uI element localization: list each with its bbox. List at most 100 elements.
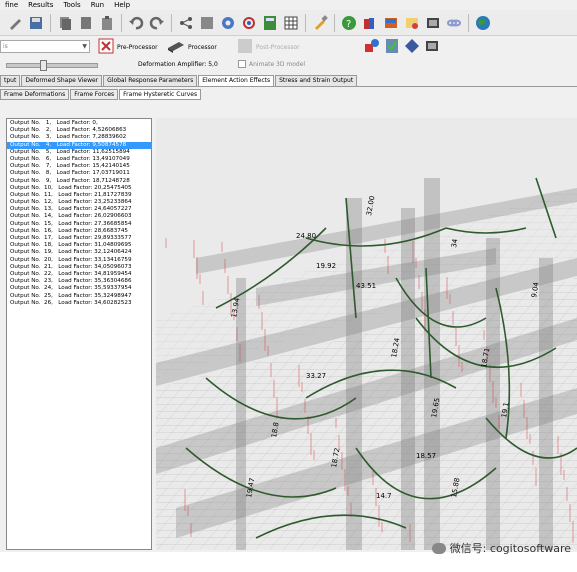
force-value-label: 33.27 bbox=[306, 372, 326, 380]
output-list-item[interactable]: Output No. 21, Load Factor: 34,05096073 bbox=[7, 264, 151, 271]
tab-global-response-parameters[interactable]: Global Response Parameters bbox=[103, 75, 198, 86]
output-list-item[interactable]: Output No. 12, Load Factor: 23,25233864 bbox=[7, 199, 151, 206]
toolbar-divider bbox=[121, 13, 122, 32]
shapes-icon[interactable] bbox=[364, 38, 380, 56]
main-toolbar: ? bbox=[0, 10, 577, 36]
output-list-item[interactable]: Output No. 9, Load Factor: 18,71248728 bbox=[7, 178, 151, 185]
output-list-item[interactable]: Output No. 24, Load Factor: 35,59337954 bbox=[7, 285, 151, 292]
svg-text:?: ? bbox=[346, 19, 351, 30]
clipboard-icon[interactable] bbox=[98, 14, 116, 32]
output-list-item[interactable]: Output No. 19, Load Factor: 32,12406424 bbox=[7, 249, 151, 256]
output-list-item[interactable]: Output No. 14, Load Factor: 26,02906603 bbox=[7, 213, 151, 220]
tab-element-action-effects[interactable]: Element Action Effects bbox=[198, 75, 275, 86]
output-list-item[interactable]: Output No. 3, Load Factor: 7,28839602 bbox=[7, 134, 151, 141]
menu-run[interactable]: Run bbox=[86, 0, 109, 10]
film-icon[interactable] bbox=[424, 14, 442, 32]
film-icon[interactable] bbox=[424, 38, 440, 56]
output-list-item[interactable]: Output No. 22, Load Factor: 34,81959454 bbox=[7, 271, 151, 278]
brush-icon[interactable] bbox=[311, 14, 329, 32]
checkbox-box[interactable] bbox=[238, 60, 246, 68]
output-list-item[interactable]: Output No. 11, Load Factor: 21,81727839 bbox=[7, 192, 151, 199]
network-icon[interactable] bbox=[240, 14, 258, 32]
menu-define[interactable]: fine bbox=[0, 0, 23, 10]
stop-icon[interactable] bbox=[198, 14, 216, 32]
tab-stress-strain-output[interactable]: Stress and Strain Output bbox=[275, 75, 358, 86]
subtab-frame-forces[interactable]: Frame Forces bbox=[70, 89, 119, 100]
output-list-item[interactable]: Output No. 13, Load Factor: 24,64057227 bbox=[7, 206, 151, 213]
paste-icon[interactable] bbox=[77, 14, 95, 32]
output-list-item[interactable]: Output No. 5, Load Factor: 11,62515894 bbox=[7, 149, 151, 156]
amplifier-slider-thumb[interactable] bbox=[40, 60, 47, 71]
copy-icon[interactable] bbox=[56, 14, 74, 32]
processor-icon bbox=[167, 39, 185, 55]
calculator-icon[interactable] bbox=[261, 14, 279, 32]
redo-icon[interactable] bbox=[148, 14, 166, 32]
menu-tools[interactable]: Tools bbox=[58, 0, 85, 10]
certificate-icon[interactable] bbox=[403, 14, 421, 32]
output-list-item[interactable]: Output No. 26, Load Factor: 34,60282523 bbox=[7, 300, 151, 307]
diamond-icon[interactable] bbox=[404, 38, 420, 56]
force-value-label: 14.7 bbox=[376, 492, 392, 500]
menu-help[interactable]: Help bbox=[109, 0, 135, 10]
subtab-frame-deformations[interactable]: Frame Deformations bbox=[0, 89, 70, 100]
output-list-item[interactable]: Output No. 18, Load Factor: 31,04809695 bbox=[7, 242, 151, 249]
output-list[interactable]: Output No. 1, Load Factor: 0, Output No. … bbox=[6, 118, 152, 550]
force-value-label: 18.57 bbox=[416, 452, 436, 460]
processor-label: Processor bbox=[188, 43, 217, 51]
graph-icon[interactable] bbox=[177, 14, 195, 32]
watermark-text: 微信号: cogitosoftware bbox=[449, 542, 571, 555]
force-value-label: 19.92 bbox=[316, 262, 336, 270]
output-list-item[interactable]: Output No. 20, Load Factor: 33,13416759 bbox=[7, 257, 151, 264]
globe-icon[interactable] bbox=[474, 14, 492, 32]
toolbar-divider bbox=[305, 13, 306, 32]
wrench-icon[interactable] bbox=[6, 14, 24, 32]
tab-deformed-shape-viewer[interactable]: Deformed Shape Viewer bbox=[21, 75, 103, 86]
output-list-item[interactable]: Output No. 6, Load Factor: 13,49107049 bbox=[7, 156, 151, 163]
subtab-frame-hysteretic-curves[interactable]: Frame Hysteretic Curves bbox=[119, 89, 202, 100]
gear-icon[interactable] bbox=[219, 14, 237, 32]
output-list-item[interactable]: Output No. 15, Load Factor: 27,36685854 bbox=[7, 221, 151, 228]
watermark: 微信号: cogitosoftware bbox=[431, 540, 571, 556]
post-processor-button[interactable]: Post-Processor bbox=[237, 38, 300, 56]
force-value-label: 43.51 bbox=[356, 282, 376, 290]
toolbar-divider bbox=[334, 13, 335, 32]
menu-results[interactable]: Results bbox=[23, 0, 58, 10]
model-select-value: is bbox=[3, 43, 8, 50]
main-tabs: tput Deformed Shape Viewer Global Respon… bbox=[0, 75, 577, 87]
secondary-toolbar bbox=[364, 38, 440, 56]
checklist-icon[interactable] bbox=[384, 38, 400, 56]
help-icon[interactable]: ? bbox=[340, 14, 358, 32]
amplifier-slider-track[interactable] bbox=[6, 63, 98, 68]
output-list-item[interactable]: Output No. 17, Load Factor: 29,89333577 bbox=[7, 235, 151, 242]
post-processor-icon bbox=[237, 38, 253, 56]
link-icon[interactable] bbox=[445, 14, 463, 32]
model-3d-canvas: 24.8032.0013.9419.923418.2433.2719.6518.… bbox=[156, 118, 577, 550]
menu-bar: fine Results Tools Run Help bbox=[0, 0, 577, 10]
pre-processor-label: Pre-Processor bbox=[117, 43, 158, 51]
output-list-item[interactable]: Output No. 7, Load Factor: 15,42140145 bbox=[7, 163, 151, 170]
toolbar-divider bbox=[171, 13, 172, 32]
output-list-item[interactable]: Output No. 1, Load Factor: 0, bbox=[7, 120, 151, 127]
save-icon[interactable] bbox=[27, 14, 45, 32]
output-list-item[interactable]: Output No. 16, Load Factor: 28,6683745 bbox=[7, 228, 151, 235]
post-processor-label: Post-Processor bbox=[256, 43, 300, 51]
undo-icon[interactable] bbox=[127, 14, 145, 32]
grid-icon[interactable] bbox=[282, 14, 300, 32]
book-icon[interactable] bbox=[382, 14, 400, 32]
tab-output[interactable]: tput bbox=[0, 75, 21, 86]
output-list-item[interactable]: Output No. 25, Load Factor: 35,32498947 bbox=[7, 293, 151, 300]
animate-checkbox[interactable]: Animate 3D model bbox=[238, 60, 305, 68]
chevron-down-icon: ▼ bbox=[82, 43, 87, 50]
model-3d-viewport[interactable]: 24.80 32.00 13.94 19.92 34 18.24 33.27 19.65 18.… bbox=[156, 118, 577, 550]
output-list-item[interactable]: Output No. 2, Load Factor: 4,52606863 bbox=[7, 127, 151, 134]
output-list-item[interactable]: Output No. 10, Load Factor: 20,25475405 bbox=[7, 185, 151, 192]
wechat-icon bbox=[431, 542, 446, 554]
output-list-item[interactable]: Output No. 23, Load Factor: 35,36304686 bbox=[7, 278, 151, 285]
books-icon[interactable] bbox=[361, 14, 379, 32]
pre-processor-button[interactable]: Pre-Processor bbox=[98, 38, 158, 56]
model-select[interactable]: is ▼ bbox=[0, 40, 90, 53]
processor-button[interactable]: Processor bbox=[167, 38, 217, 56]
output-list-item[interactable]: Output No. 8, Load Factor: 17,03719011 bbox=[7, 170, 151, 177]
force-value-label: 24.80 bbox=[296, 232, 316, 240]
output-list-item[interactable]: Output No. 4, Load Factor: 9,50874578 bbox=[7, 141, 151, 149]
